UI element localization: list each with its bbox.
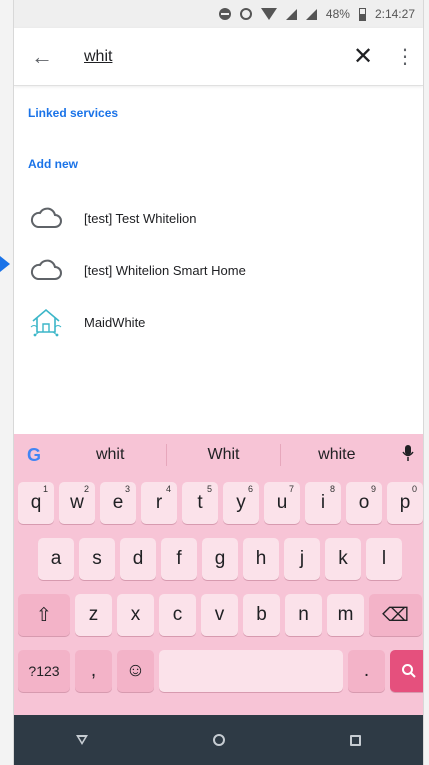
symbols-key[interactable]: ?123 — [18, 650, 70, 692]
microphone-icon[interactable] — [393, 444, 423, 466]
search-input[interactable] — [70, 40, 339, 73]
key-l[interactable]: l — [366, 538, 402, 580]
left-rail — [0, 0, 14, 765]
key-i[interactable]: i8 — [305, 482, 341, 524]
clear-icon[interactable]: ✕ — [339, 28, 387, 86]
key-d[interactable]: d — [120, 538, 156, 580]
key-n[interactable]: n — [285, 594, 322, 636]
alarm-icon — [239, 8, 252, 20]
key-z[interactable]: z — [75, 594, 112, 636]
signal-icon — [305, 8, 317, 20]
wifi-icon — [260, 8, 277, 20]
add-new-heading: Add new — [28, 157, 78, 171]
suggestion-white[interactable]: white — [281, 446, 393, 464]
key-g[interactable]: g — [202, 538, 238, 580]
key-q[interactable]: q1 — [18, 482, 54, 524]
key-v[interactable]: v — [201, 594, 238, 636]
nav-home-icon[interactable] — [212, 734, 225, 746]
list-item-label: MaidWhite — [84, 314, 146, 330]
phone-screen: 48% 2:14:27 ← ✕ ⋮ Linked services Add ne… — [14, 0, 423, 765]
signal-icon — [285, 8, 297, 20]
list-item[interactable]: [test] Whitelion Smart Home — [14, 245, 423, 295]
results-list: [test] Test Whitelion [test] Whitelion S… — [14, 193, 423, 347]
soft-keyboard: G whit Whit white q1 w2 e3 r4 t5 y6 u7 i… — [14, 434, 423, 715]
battery-icon — [358, 7, 366, 21]
search-key-icon[interactable] — [390, 650, 423, 692]
search-bar: ← ✕ ⋮ — [14, 28, 423, 86]
key-p[interactable]: p0 — [387, 482, 423, 524]
key-b[interactable]: b — [243, 594, 280, 636]
system-nav-bar — [14, 715, 423, 765]
right-rail — [423, 0, 429, 765]
overflow-menu-icon[interactable]: ⋮ — [387, 28, 423, 86]
period-key[interactable]: . — [348, 650, 385, 692]
suggestion-strip: G whit Whit white — [14, 434, 423, 476]
device-frame: 48% 2:14:27 ← ✕ ⋮ Linked services Add ne… — [0, 0, 429, 765]
shift-key-icon[interactable]: ⇧ — [18, 594, 70, 636]
list-item-label: [test] Whitelion Smart Home — [84, 262, 246, 278]
key-e[interactable]: e3 — [100, 482, 136, 524]
google-logo-icon[interactable]: G — [14, 434, 54, 476]
cloud-icon — [26, 203, 66, 233]
list-item-label: [test] Test Whitelion — [84, 210, 197, 226]
key-s[interactable]: s — [79, 538, 115, 580]
cloud-icon — [26, 255, 66, 285]
back-arrow-icon[interactable]: ← — [14, 28, 70, 86]
key-c[interactable]: c — [159, 594, 196, 636]
clock: 2:14:27 — [374, 7, 415, 21]
list-item[interactable]: MaidWhite — [14, 297, 423, 347]
key-j[interactable]: j — [284, 538, 320, 580]
key-u[interactable]: u7 — [264, 482, 300, 524]
key-m[interactable]: m — [327, 594, 364, 636]
backspace-key-icon[interactable]: ⌫ — [369, 594, 422, 636]
emoji-key-icon[interactable]: ☺ — [117, 650, 154, 692]
key-a[interactable]: a — [38, 538, 74, 580]
key-row-3: ⇧ z x c v b n m ⌫ — [18, 594, 422, 636]
nav-back-icon[interactable] — [76, 735, 89, 745]
key-w[interactable]: w2 — [59, 482, 95, 524]
key-r[interactable]: r4 — [141, 482, 177, 524]
key-row-4: ?123 , ☺ . — [18, 650, 423, 692]
linked-services-heading[interactable]: Linked services — [14, 106, 423, 122]
key-row-2: a s d f g h j k l — [38, 538, 402, 580]
smart-home-icon — [26, 307, 66, 337]
key-o[interactable]: o9 — [346, 482, 382, 524]
suggestion-Whit[interactable]: Whit — [167, 446, 279, 464]
space-key[interactable] — [159, 650, 343, 692]
key-h[interactable]: h — [243, 538, 279, 580]
nav-recents-icon[interactable] — [349, 734, 361, 746]
key-t[interactable]: t5 — [182, 482, 218, 524]
battery-percent: 48% — [325, 7, 350, 21]
key-row-1: q1 w2 e3 r4 t5 y6 u7 i8 o9 p0 — [18, 482, 423, 524]
list-item[interactable]: [test] Test Whitelion — [14, 193, 423, 243]
comma-key[interactable]: , — [75, 650, 112, 692]
do-not-disturb-icon — [218, 8, 231, 20]
key-f[interactable]: f — [161, 538, 197, 580]
key-k[interactable]: k — [325, 538, 361, 580]
pointer-arrow-icon — [0, 256, 10, 272]
key-y[interactable]: y6 — [223, 482, 259, 524]
status-bar: 48% 2:14:27 — [14, 0, 423, 28]
suggestion-whit[interactable]: whit — [54, 446, 166, 464]
key-x[interactable]: x — [117, 594, 154, 636]
